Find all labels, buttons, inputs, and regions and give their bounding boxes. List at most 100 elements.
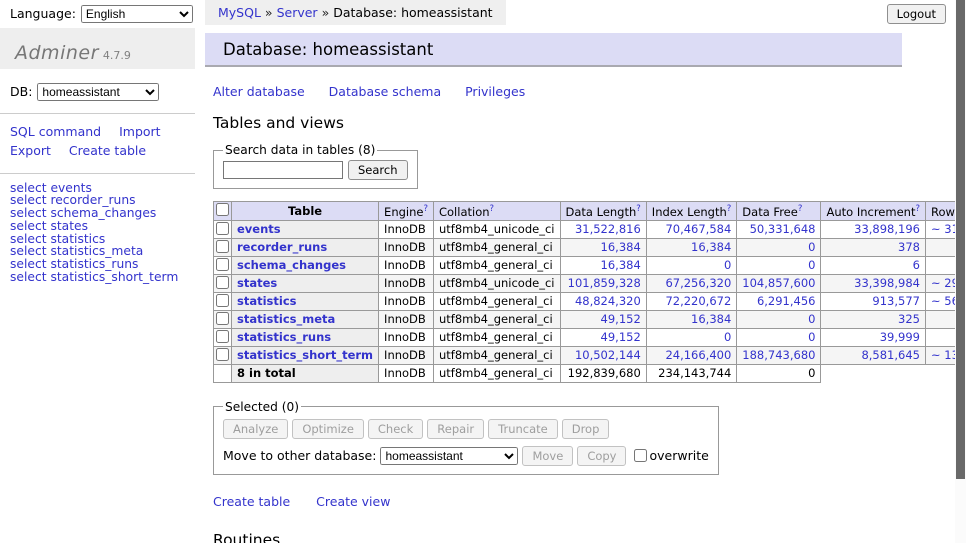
logout-button[interactable]: Logout: [887, 4, 946, 24]
overwrite-checkbox[interactable]: [634, 449, 647, 462]
table-link-statistics_short_term[interactable]: statistics_short_term: [237, 348, 373, 362]
table-link-statistics_meta[interactable]: statistics_meta: [237, 312, 335, 326]
cell-index-length-link[interactable]: 72,220,672: [665, 294, 731, 308]
cell-auto-increment-link[interactable]: 39,999: [880, 330, 920, 344]
db-link-database-schema[interactable]: Database schema: [329, 84, 441, 99]
move-db-select[interactable]: homeassistant: [380, 447, 518, 465]
db-link-alter-database[interactable]: Alter database: [213, 84, 305, 99]
cell-index-length-link[interactable]: 16,384: [691, 240, 731, 254]
cell-data-length-link[interactable]: 10,502,144: [575, 348, 641, 362]
cell-auto-increment-link[interactable]: 33,398,984: [854, 276, 920, 290]
sidebar-link-sql-command[interactable]: SQL command: [10, 124, 101, 139]
row-check-cell: [214, 346, 232, 364]
cell-auto-increment-link[interactable]: 6: [913, 258, 920, 272]
cell-index-length-link[interactable]: 0: [724, 330, 731, 344]
hint-index-length-icon[interactable]: ?: [727, 204, 732, 214]
db-label: DB:: [10, 84, 32, 99]
cell-auto-increment-link[interactable]: 378: [898, 240, 920, 254]
cell-data-free-link[interactable]: 0: [808, 312, 815, 326]
cell-data-free-link[interactable]: 50,331,648: [750, 222, 816, 236]
cell-index-length: 67,256,320: [646, 274, 737, 292]
breadcrumb-separator: »: [322, 5, 330, 20]
check-button[interactable]: Check: [368, 419, 423, 439]
sidebar-link-export[interactable]: Export: [10, 143, 51, 158]
db-select[interactable]: homeassistant: [37, 83, 159, 101]
hint-auto-increment-icon[interactable]: ?: [915, 204, 920, 214]
cell-index-length-link[interactable]: 24,166,400: [665, 348, 731, 362]
cell-data-length-link[interactable]: 31,522,816: [575, 222, 641, 236]
cell-auto-increment-link[interactable]: 913,577: [872, 294, 920, 308]
cell-data-free-link[interactable]: 0: [808, 240, 815, 254]
sidebar-link-create-table[interactable]: Create table: [69, 143, 146, 158]
cell-data-free-link[interactable]: 0: [808, 330, 815, 344]
row-checkbox-states[interactable]: [216, 276, 229, 289]
cell-auto-increment-link[interactable]: 8,581,645: [861, 348, 920, 362]
hint-collation-icon[interactable]: ?: [490, 204, 495, 214]
hint-engine-icon[interactable]: ?: [423, 204, 428, 214]
cell-index-length-link[interactable]: 67,256,320: [665, 276, 731, 290]
app-logo: Adminer4.7.9: [0, 28, 195, 69]
vertical-scrollbar[interactable]: [955, 0, 966, 543]
table-link-statistics_runs[interactable]: statistics_runs: [237, 330, 331, 344]
row-checkbox-statistics_short_term[interactable]: [216, 348, 229, 361]
row-checkbox-recorder_runs[interactable]: [216, 240, 229, 253]
link-create-view[interactable]: Create view: [316, 494, 390, 509]
hint-data-length-icon[interactable]: ?: [636, 204, 641, 214]
cell-data-length-link[interactable]: 48,824,320: [575, 294, 641, 308]
sidebar-select-statistics-short-term[interactable]: select statistics_short_term: [10, 271, 185, 284]
cell-auto-increment-link[interactable]: 33,898,196: [854, 222, 920, 236]
table-link-states[interactable]: states: [237, 276, 277, 290]
db-link-privileges[interactable]: Privileges: [465, 84, 525, 99]
cell-data-length: 49,152: [560, 328, 646, 346]
analyze-button[interactable]: Analyze: [223, 419, 288, 439]
sidebar-select-schema-changes[interactable]: select schema_changes: [10, 207, 185, 220]
table-link-statistics[interactable]: statistics: [237, 294, 297, 308]
hint-data-free-icon[interactable]: ?: [798, 204, 803, 214]
cell-collation: utf8mb4_general_ci: [433, 292, 560, 310]
cell-data-length-link[interactable]: 49,152: [601, 312, 641, 326]
table-link-schema_changes[interactable]: schema_changes: [237, 258, 346, 272]
link-create-table[interactable]: Create table: [213, 494, 290, 509]
cell-index-length-link[interactable]: 0: [724, 258, 731, 272]
scrollbar-thumb[interactable]: [956, 0, 965, 479]
optimize-button[interactable]: Optimize: [292, 419, 364, 439]
row-check-cell: [214, 310, 232, 328]
cell-data-length-link[interactable]: 16,384: [601, 240, 641, 254]
row-checkbox-events[interactable]: [216, 222, 229, 235]
row-checkbox-statistics_runs[interactable]: [216, 330, 229, 343]
cell-collation: utf8mb4_general_ci: [433, 328, 560, 346]
table-link-events[interactable]: events: [237, 222, 281, 236]
search-input[interactable]: [223, 161, 343, 179]
cell-index-length: 0: [646, 328, 737, 346]
row-check-cell: [214, 328, 232, 346]
sidebar-select-states[interactable]: select states: [10, 220, 185, 233]
cell-data-length-link[interactable]: 49,152: [601, 330, 641, 344]
truncate-button[interactable]: Truncate: [488, 419, 558, 439]
search-button[interactable]: Search: [348, 160, 408, 180]
move-button[interactable]: Move: [522, 446, 573, 466]
drop-button[interactable]: Drop: [562, 419, 610, 439]
cell-data-length: 48,824,320: [560, 292, 646, 310]
row-check-cell: [214, 256, 232, 274]
cell-data-free-link[interactable]: 6,291,456: [757, 294, 816, 308]
cell-data-length-link[interactable]: 16,384: [601, 258, 641, 272]
select-all-checkbox[interactable]: [216, 203, 229, 216]
cell-auto-increment-link[interactable]: 325: [898, 312, 920, 326]
cell-data-length-link[interactable]: 101,859,328: [568, 276, 641, 290]
sidebar-link-import[interactable]: Import: [119, 124, 161, 139]
breadcrumb-server-link[interactable]: Server: [277, 5, 318, 20]
cell-data-free-link[interactable]: 0: [808, 258, 815, 272]
cell-auto-increment: 325: [821, 310, 926, 328]
row-checkbox-statistics_meta[interactable]: [216, 312, 229, 325]
cell-data-free-link[interactable]: 104,857,600: [742, 276, 815, 290]
copy-button[interactable]: Copy: [577, 446, 626, 466]
cell-index-length-link[interactable]: 70,467,584: [665, 222, 731, 236]
table-link-recorder_runs[interactable]: recorder_runs: [237, 240, 327, 254]
breadcrumb-mysql-link[interactable]: MySQL: [218, 5, 261, 20]
row-checkbox-schema_changes[interactable]: [216, 258, 229, 271]
cell-data-free-link[interactable]: 188,743,680: [742, 348, 815, 362]
cell-index-length-link[interactable]: 16,384: [691, 312, 731, 326]
repair-button[interactable]: Repair: [427, 419, 484, 439]
sidebar-table-links: select events select recorder_runs selec…: [0, 174, 195, 292]
row-checkbox-statistics[interactable]: [216, 294, 229, 307]
